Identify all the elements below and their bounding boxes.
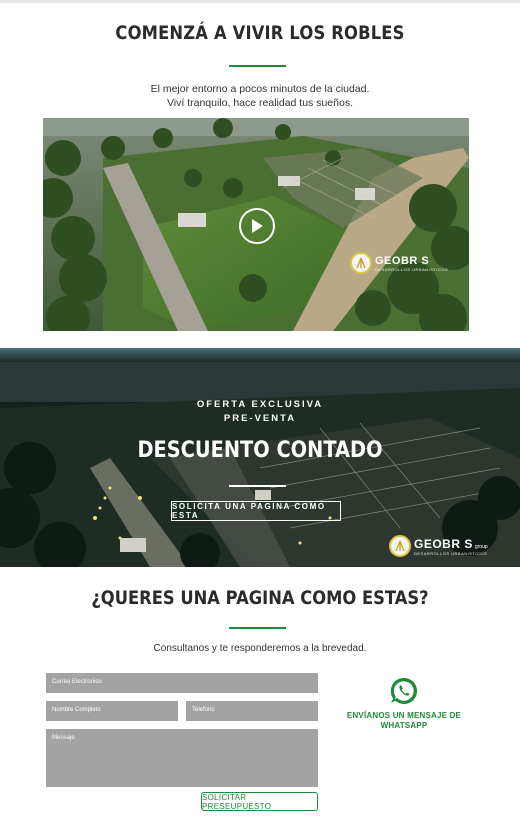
whatsapp-icon[interactable] bbox=[389, 676, 419, 706]
whatsapp-line-2: WHATSAPP bbox=[380, 721, 428, 730]
geobras-group-logo: GEOBR S group DESARROLLOS URBANISTICOS bbox=[389, 535, 488, 557]
geobras-logo-icon bbox=[389, 535, 411, 557]
play-button[interactable] bbox=[239, 208, 275, 244]
whatsapp-line-1: ENVÍANOS UN MENSAJE DE bbox=[346, 711, 462, 720]
logo-text: GEOBR S bbox=[414, 536, 473, 551]
phone-field[interactable]: Telefono bbox=[186, 701, 318, 721]
request-page-button[interactable]: SOLICITA UNA PAGINA COMO ESTA bbox=[171, 501, 341, 521]
title-underline bbox=[229, 65, 286, 67]
logo-group-text: group bbox=[474, 543, 488, 550]
hero-subtitle: El mejor entorno a pocos minutos de la c… bbox=[0, 82, 520, 110]
contact-title-underline bbox=[229, 627, 286, 629]
email-placeholder: Correo Electronico bbox=[52, 679, 102, 685]
message-placeholder: Mensaje bbox=[52, 735, 75, 741]
hero-subtitle-line-1: El mejor entorno a pocos minutos de la c… bbox=[150, 83, 370, 95]
logo-subtext: DESARROLLOS URBANISTICOS bbox=[414, 550, 488, 556]
play-icon bbox=[252, 219, 263, 233]
email-field[interactable]: Correo Electronico bbox=[46, 673, 318, 693]
banner-title: DESCUENTO CONTADO bbox=[137, 438, 383, 463]
name-field[interactable]: Nombre Completo bbox=[46, 701, 178, 721]
phone-placeholder: Telefono bbox=[192, 707, 215, 713]
offer-line-2: PRE-VENTA bbox=[223, 413, 297, 424]
whatsapp-link[interactable]: ENVÍANOS UN MENSAJE DE WHATSAPP bbox=[343, 711, 465, 731]
offer-line-1: OFERTA EXCLUSIVA bbox=[196, 399, 324, 410]
page-title: COMENZÁ A VIVIR LOS ROBLES bbox=[115, 22, 405, 44]
contact-subtitle: Consultanos y te responderemos a la brev… bbox=[153, 643, 367, 654]
submit-button[interactable]: SOLICITAR PRESEUPUESTO bbox=[201, 792, 318, 811]
geobras-logo-icon bbox=[350, 252, 372, 274]
logo-text: GEOBR S bbox=[375, 254, 430, 267]
name-placeholder: Nombre Completo bbox=[52, 707, 101, 713]
banner-divider bbox=[229, 485, 286, 487]
geobras-logo: GEOBR S DESARROLLOS URBANISTICOS bbox=[350, 252, 448, 274]
contact-title: ¿QUERES UNA PAGINA COMO ESTAS? bbox=[91, 587, 429, 609]
hero-subtitle-line-2: Viví tranquilo, hace realidad tus sueños… bbox=[166, 97, 353, 109]
top-border bbox=[0, 0, 520, 3]
logo-subtext: DESARROLLOS URBANISTICOS bbox=[375, 266, 449, 272]
message-field[interactable]: Mensaje bbox=[46, 729, 318, 787]
